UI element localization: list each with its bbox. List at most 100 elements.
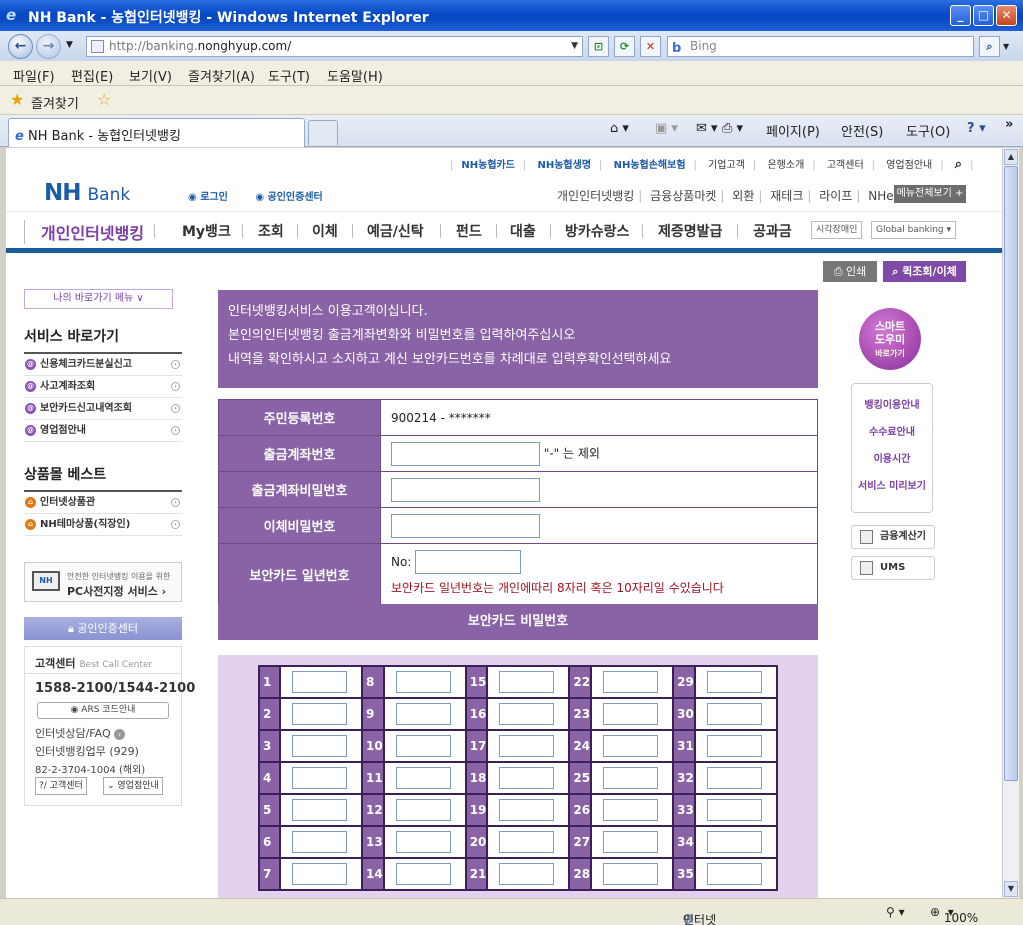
calculator-button[interactable]: 금융계산기 [851,525,935,549]
ums-button[interactable]: UMS [851,556,935,580]
code-input[interactable] [395,767,451,789]
nav-inquiry[interactable]: 조회 [258,221,284,241]
gnb-invest[interactable]: 재테크 [770,189,803,203]
code-input[interactable] [292,831,347,853]
code-input[interactable] [499,767,555,789]
search-icon[interactable]: ⌕ [979,36,1000,57]
compat-view-icon[interactable]: ⊡ [588,36,609,57]
safety-menu[interactable]: 안전(S) [841,121,883,140]
scroll-thumb[interactable] [1004,166,1018,781]
gnb-personal[interactable]: 개인인터넷뱅킹 [557,189,634,203]
code-input[interactable] [499,831,555,853]
forward-button[interactable]: → [36,34,61,59]
code-input[interactable] [499,703,555,725]
feeds-icon[interactable]: ▣ ▾ [655,121,678,136]
call-center-button[interactable]: ?/ 고객센터 [35,777,87,795]
code-input[interactable] [603,863,659,885]
more-icon[interactable]: » [1005,117,1013,132]
site-search-icon[interactable]: ⌕ [955,157,962,172]
service-item-accident[interactable]: @ 사고계좌조회 › [24,376,182,398]
nav-mybank[interactable]: My뱅크 [182,221,231,241]
code-input[interactable] [706,799,762,821]
favorites-button[interactable]: 즐겨찾기 [31,93,79,112]
code-input[interactable] [395,735,451,757]
address-bar[interactable]: http://banking.nonghyup.com/ ▼ [86,36,583,57]
util-corporate[interactable]: 기업고객 [708,160,745,171]
code-input[interactable] [395,703,451,725]
code-input[interactable] [395,671,451,693]
menu-tools[interactable]: 도구(T) [268,66,310,85]
nav-certificate[interactable]: 제증명발급 [658,221,722,241]
login-link[interactable]: ◉ 로그인 [188,192,240,203]
best-item-internet[interactable]: ⌂ 인터넷상품관 › [24,492,182,514]
page-menu[interactable]: 페이지(P) [766,121,820,140]
mail-icon[interactable]: ✉ ▾ [696,121,718,136]
best-item-theme[interactable]: ⌂ NH테마상품(직장인) › [24,514,182,536]
branch-button[interactable]: ⌄ 영업점안내 [103,777,163,795]
cert-center-button[interactable]: 🔒︎ 공인인증센터 [24,617,182,640]
code-input[interactable] [706,671,762,693]
stop-icon[interactable]: ✕ [640,36,661,57]
code-input[interactable] [292,767,347,789]
menu-view[interactable]: 보기(V) [129,66,172,85]
code-input[interactable] [603,831,659,853]
brand-title[interactable]: 개인인터넷뱅킹 [24,220,144,244]
code-input[interactable] [499,671,555,693]
help-icon[interactable]: ? ▾ [967,121,986,136]
card-serial-input[interactable] [415,550,522,574]
my-menu-dropdown[interactable]: 나의 바로가기 메뉴 ∨ [24,289,173,309]
nav-fund[interactable]: 펀드 [456,221,482,241]
tools-menu[interactable]: 도구(O) [906,121,950,140]
zoom-control[interactable]: ⊕ 100% ▾ [930,905,978,925]
account-number-input[interactable] [391,441,540,466]
gnb-life[interactable]: 라이프 [819,189,852,203]
code-input[interactable] [292,863,347,885]
consult-link[interactable]: 인터넷상담/FAQ › [35,725,126,741]
gnb-forex[interactable]: 외환 [732,189,754,203]
all-menu-button[interactable]: 메뉴전체보기 + [894,185,966,203]
code-input[interactable] [603,671,659,693]
history-dropdown-icon[interactable]: ▼ [66,40,73,50]
code-input[interactable] [603,703,659,725]
search-input[interactable]: b Bing [667,36,974,57]
quick-transfer-button[interactable]: ⌕ 퀵조회/이체 [883,261,966,282]
home-icon[interactable]: ⌂ ▾ [610,121,629,136]
favorites-star-icon[interactable]: ★ [10,90,24,109]
menu-file[interactable]: 파일(F) [13,66,55,85]
code-input[interactable] [706,831,762,853]
print-icon[interactable]: ⎙ ▾ [722,121,743,136]
service-item-branch[interactable]: @ 영업점안내 › [24,420,182,442]
service-item-security-card[interactable]: @ 보안카드신고내역조회 › [24,398,182,420]
nav-bancassurance[interactable]: 방카슈랑스 [565,221,629,241]
code-input[interactable] [292,799,347,821]
minimize-button[interactable]: _ [950,5,971,26]
util-branches[interactable]: 영업점안내 [886,160,932,171]
code-input[interactable] [603,799,659,821]
util-nh-insurance[interactable]: NH농협손해보험 [614,160,686,171]
protected-mode-icon[interactable]: ⚲ ▾ [886,905,905,919]
util-support[interactable]: 고객센터 [827,160,864,171]
menu-edit[interactable]: 편집(E) [71,66,113,85]
code-input[interactable] [499,799,555,821]
print-button[interactable]: ⎙ 인쇄 [823,261,877,282]
add-favorite-icon[interactable]: ☆ [97,90,111,109]
code-input[interactable] [292,703,347,725]
pc-registration-banner[interactable]: NH 안전한 인터넷뱅킹 이용을 위한 PC사전지정 서비스 › [24,562,182,602]
refresh-icon[interactable]: ⟳ [614,36,635,57]
code-input[interactable] [499,735,555,757]
code-input[interactable] [292,671,347,693]
code-input[interactable] [395,799,451,821]
smart-helper-tag[interactable]: 스마트 도우미 바로가기 [859,308,921,370]
nh-bank-logo[interactable]: NH Bank [44,180,130,206]
accessibility-button[interactable]: 시각장애인 [811,221,863,239]
code-input[interactable] [292,735,347,757]
util-nh-life[interactable]: NH농협생명 [537,160,591,171]
service-item-card-loss[interactable]: @ 신용체크카드분실신고 › [24,354,182,376]
code-input[interactable] [706,735,762,757]
code-input[interactable] [395,863,451,885]
maximize-button[interactable]: □ [973,5,994,26]
address-dropdown-icon[interactable]: ▼ [571,37,578,56]
nav-loan[interactable]: 대출 [510,221,536,241]
gnb-market[interactable]: 금융상품마켓 [650,189,716,203]
account-password-input[interactable] [391,477,540,502]
